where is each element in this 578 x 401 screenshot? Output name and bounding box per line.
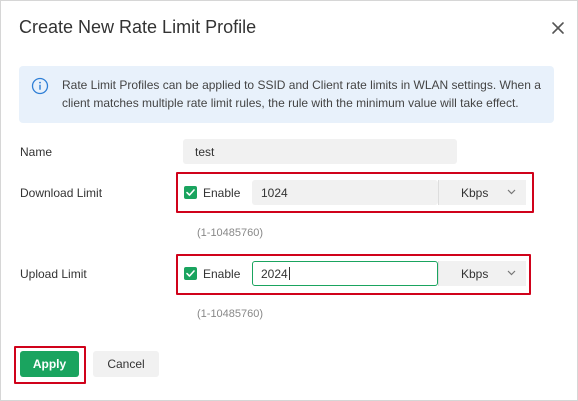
upload-limit-label: Upload Limit xyxy=(20,267,87,281)
download-enable-label: Enable xyxy=(203,186,241,200)
info-banner: Rate Limit Profiles can be applied to SS… xyxy=(19,66,554,123)
download-range-hint: (1-10485760) xyxy=(197,227,264,239)
cancel-button[interactable]: Cancel xyxy=(93,351,159,377)
checkmark-icon xyxy=(186,270,195,277)
chevron-down-icon xyxy=(507,270,516,276)
upload-range-hint: (1-10485760) xyxy=(197,308,264,320)
download-enable-checkbox[interactable] xyxy=(184,186,197,199)
apply-button[interactable]: Apply xyxy=(20,351,79,377)
info-circle-icon xyxy=(31,77,49,95)
upload-enable-label: Enable xyxy=(203,267,241,281)
info-text: Rate Limit Profiles can be applied to SS… xyxy=(62,78,541,110)
download-unit-value: Kbps xyxy=(461,186,489,200)
rate-limit-dialog: Create New Rate Limit Profile Rate Limit… xyxy=(0,0,578,401)
name-label: Name xyxy=(20,145,53,159)
download-unit-select[interactable]: Kbps xyxy=(438,180,526,205)
text-caret xyxy=(288,267,290,280)
upload-unit-select[interactable]: Kbps xyxy=(438,261,526,286)
upload-unit-value: Kbps xyxy=(461,267,489,281)
dialog-title: Create New Rate Limit Profile xyxy=(19,17,257,37)
upload-limit-value: 2024 xyxy=(261,267,288,281)
upload-limit-input[interactable]: 2024 xyxy=(252,261,438,286)
name-input[interactable]: test xyxy=(183,139,457,164)
download-limit-input[interactable]: 1024 xyxy=(252,180,438,205)
download-limit-label: Download Limit xyxy=(20,186,103,200)
checkmark-icon xyxy=(186,189,195,196)
close-icon[interactable] xyxy=(550,20,566,36)
chevron-down-icon xyxy=(507,189,516,195)
upload-enable-checkbox[interactable] xyxy=(184,267,197,280)
